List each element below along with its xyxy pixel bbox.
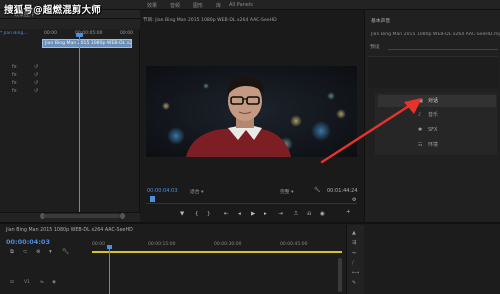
timeline-track-header: ⊡ V1 ⇋ ◉ — [0, 276, 90, 294]
effect-controls-scrollbar[interactable] — [44, 214, 120, 218]
essential-sound-clip-name: Jian Bing Man 2015 1080p WEB-DL x264 AAC… — [371, 32, 500, 37]
fx-toggle-icon[interactable]: fx — [12, 64, 17, 70]
effect-control-row[interactable]: fx ↺ — [12, 88, 40, 95]
audio-type-music[interactable]: ♪ 音乐 — [378, 109, 496, 121]
program-current-timecode[interactable]: 00:00:04:03 — [147, 188, 178, 194]
video-still-image — [146, 66, 357, 157]
preset-label: 预设 — [370, 45, 380, 50]
audio-type-label: 环境 — [428, 142, 439, 148]
track-select-tool-icon[interactable]: ⇶ — [352, 240, 356, 246]
mark-in-icon[interactable]: { — [195, 211, 199, 217]
timeline-ruler-label: 00:00:45:00 — [280, 242, 308, 247]
workspace-tab-libraries[interactable]: 库 — [216, 2, 221, 9]
go-to-out-icon[interactable]: ⇥ — [278, 211, 283, 217]
ruler-start-label: 00:00 — [44, 31, 57, 36]
workspace-tab-audio[interactable]: 音频 — [170, 2, 180, 9]
effect-controls-playhead-handle[interactable] — [76, 33, 83, 37]
ruler-end-label: 00:00 — [120, 31, 133, 36]
effect-control-row[interactable]: fx ↺ — [12, 72, 40, 79]
linked-selection-icon[interactable]: ⊗ — [36, 249, 41, 255]
timeline-ruler-label: 00:00 — [92, 242, 105, 247]
effect-controls-clip-bar[interactable]: Jian Bing Man 2015 1080p WEB-DL x264 AAC… — [42, 39, 132, 48]
snap-icon[interactable]: ⊂ — [23, 249, 28, 255]
zoom-fit-dropdown[interactable]: 适合 ▾ — [190, 188, 204, 195]
extract-icon[interactable]: ⎌ — [307, 211, 311, 218]
export-frame-icon[interactable]: ◉ — [320, 211, 325, 217]
step-back-icon[interactable]: ◂ — [238, 211, 241, 217]
video-frame — [146, 66, 357, 157]
workspace-tab-graphics[interactable]: 图形 — [193, 2, 203, 9]
reset-icon[interactable]: ↺ — [34, 72, 38, 78]
watermark-text: 搜狐号@超燃混剪大师 — [4, 5, 102, 16]
audio-type-sfx[interactable]: ✱ SFX — [378, 124, 496, 136]
track-lock-icon[interactable]: ⊡ — [10, 280, 14, 285]
wrench-icon[interactable]: 🔧︎ — [314, 187, 320, 193]
timeline-vertical-scrollbar[interactable] — [338, 258, 342, 292]
timeline-ruler[interactable]: 00:00 00:00:15:00 00:00:30:00 00:00:45:0… — [92, 240, 342, 250]
zoom-fit-label: 适合 — [190, 190, 200, 195]
pen-tool-icon[interactable]: ✎ — [352, 280, 356, 286]
settings-icon[interactable]: ⚙ — [352, 197, 356, 203]
go-to-in-icon[interactable]: ⇤ — [224, 211, 229, 217]
reset-icon[interactable]: ↺ — [34, 88, 38, 94]
music-icon: ♪ — [418, 112, 422, 118]
nest-icon[interactable]: ⧉ — [10, 249, 14, 256]
effect-controls-ruler[interactable]: 00:00 00:00:05:00 00:00 — [42, 31, 140, 38]
effect-control-row[interactable]: fx ↺ — [12, 64, 40, 71]
speech-icon: ▣ — [418, 98, 423, 104]
playback-resolution-label: 完整 — [280, 190, 290, 195]
workspace-tab-all-panels[interactable]: All Panels — [229, 2, 253, 8]
effect-controls-playhead[interactable] — [79, 33, 80, 215]
playback-resolution-dropdown[interactable]: 完整 ▾ — [280, 188, 294, 195]
add-button[interactable]: + — [346, 209, 351, 215]
timeline-work-area-bar[interactable] — [92, 251, 342, 253]
razor-tool-icon[interactable]: ⧸ — [352, 260, 354, 266]
preset-dropdown[interactable] — [388, 44, 498, 50]
ambience-icon: ☷ — [418, 142, 423, 148]
audio-type-ambience[interactable]: ☷ 环境 — [378, 139, 496, 151]
timeline-playhead[interactable] — [109, 246, 110, 294]
timeline-toolbar: ⧉ ⊂ ⊗ ▾ 🔧︎ — [10, 249, 75, 257]
fx-toggle-icon[interactable]: fx — [12, 80, 17, 86]
program-duration-timecode: 00:01:44:24 — [327, 188, 358, 194]
timeline-ruler-label: 00:00:15:00 — [148, 242, 176, 247]
chevron-down-icon: ▾ — [291, 190, 294, 195]
essential-sound-title[interactable]: 基本声音 — [365, 17, 500, 26]
sfx-icon: ✱ — [418, 127, 423, 133]
audio-type-label: SFX — [428, 127, 438, 133]
effect-controls-subheader — [0, 19, 140, 29]
zoom-handle-right[interactable] — [120, 213, 125, 219]
track-eye-icon[interactable]: ◉ — [52, 280, 56, 285]
step-forward-icon[interactable]: ▸ — [264, 211, 267, 217]
ripple-edit-tool-icon[interactable]: ⟛ — [352, 250, 357, 256]
reset-icon[interactable]: ↺ — [34, 64, 38, 70]
program-monitor-playhead[interactable] — [150, 196, 155, 202]
fx-toggle-icon[interactable]: fx — [12, 72, 17, 78]
program-monitor-ruler[interactable] — [146, 198, 357, 204]
fx-toggle-icon[interactable]: fx — [12, 88, 17, 94]
timeline-current-timecode[interactable]: 00:00:04:03 — [6, 238, 50, 246]
add-marker-icon[interactable]: ▾ — [49, 249, 52, 255]
audio-type-label: 音乐 — [428, 112, 439, 118]
mark-out-icon[interactable]: } — [207, 211, 211, 217]
track-sync-icon[interactable]: ⇋ — [40, 280, 44, 285]
marker-icon[interactable]: ▼ — [180, 211, 184, 217]
audio-type-label: 对话 — [428, 98, 439, 104]
lift-icon[interactable]: ⎍ — [294, 211, 298, 218]
essential-sound-empty-area — [368, 56, 498, 88]
selection-tool-icon[interactable]: ▲ — [352, 230, 356, 236]
timeline-ruler-label: 00:00:30:00 — [214, 242, 242, 247]
slip-tool-icon[interactable]: ⟷ — [352, 270, 359, 276]
workspace-tab-effects[interactable]: 效果 — [147, 2, 157, 9]
chevron-down-icon: ▾ — [201, 190, 204, 195]
program-monitor-title[interactable]: 节目: Jian Bing Man 2015 1080p WEB-DL x264… — [143, 17, 363, 24]
reset-icon[interactable]: ↺ — [34, 80, 38, 86]
play-icon[interactable]: ▶ — [251, 211, 255, 217]
timeline-sequence-tab[interactable]: Jian Bing Man 2015 1080p WEB-DL x264 AAC… — [6, 228, 133, 233]
source-clip-selector[interactable]: * Jian Bing... — [0, 31, 38, 38]
track-target-label[interactable]: V1 — [24, 280, 30, 285]
audio-type-dialogue[interactable]: ▣ 对话 — [378, 95, 496, 107]
timeline-settings-icon[interactable]: 🔧︎ — [62, 249, 69, 255]
effect-control-row[interactable]: fx ↺ — [12, 80, 40, 87]
